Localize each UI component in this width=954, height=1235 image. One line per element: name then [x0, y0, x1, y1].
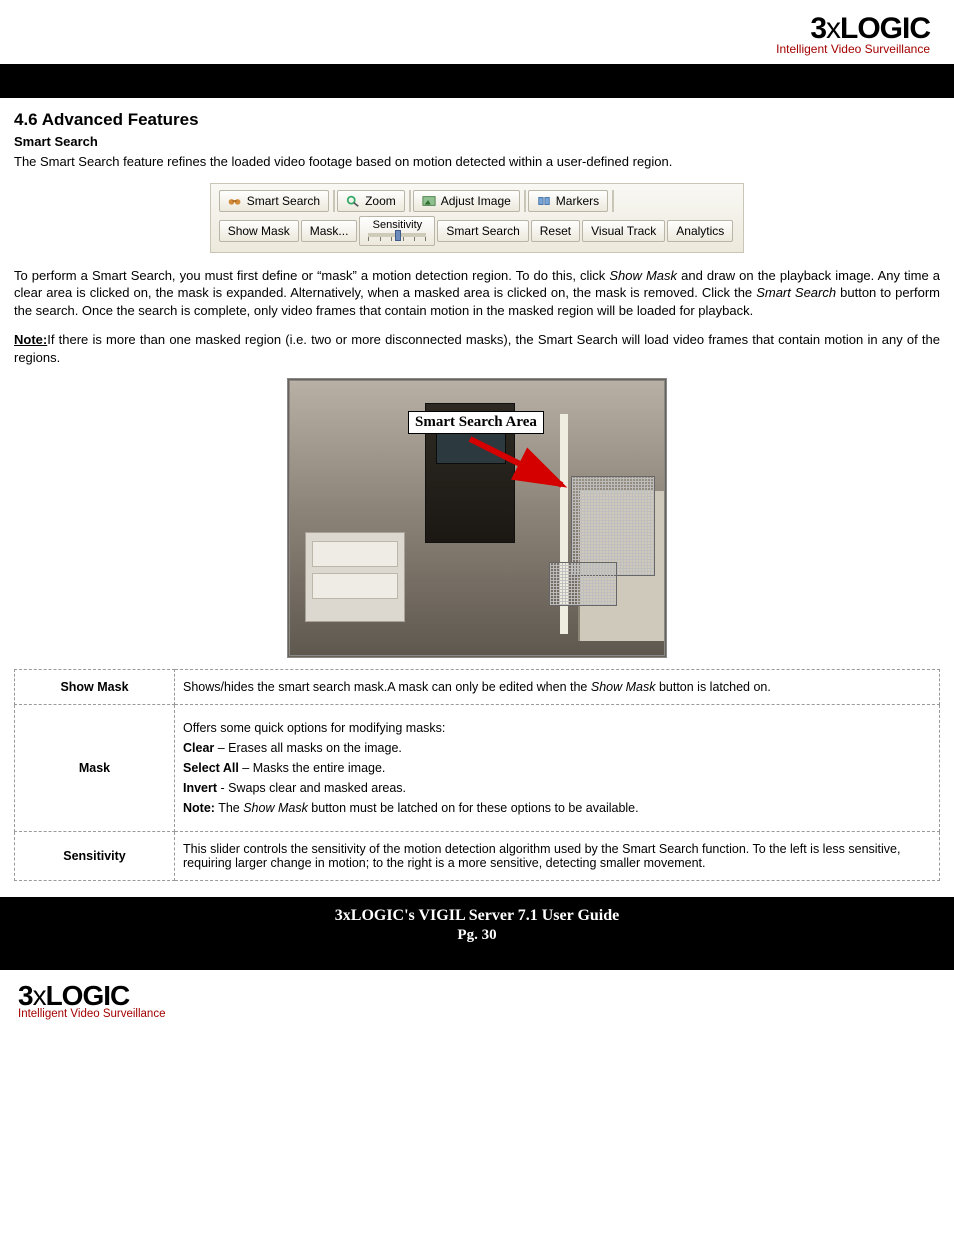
text: To perform a Smart Search, you must firs…: [14, 268, 609, 283]
smart-search-button[interactable]: Smart Search: [437, 220, 528, 242]
button-label: Smart Search: [446, 224, 519, 238]
footer-logo: 3xLOGIC Intelligent Video Surveillance: [0, 970, 954, 1036]
toolbar-separator: [409, 190, 411, 212]
tab-label: Markers: [556, 194, 599, 208]
intro-paragraph: The Smart Search feature refines the loa…: [14, 153, 940, 171]
toolbar-row-buttons: Show Mask Mask... Sensitivity Smart Sear…: [219, 216, 736, 246]
brand-logic: LOGIC: [46, 980, 130, 1011]
callout-label: Smart Search Area: [408, 411, 544, 434]
tab-zoom[interactable]: Zoom: [337, 190, 405, 212]
row-key: Mask: [15, 705, 175, 832]
toolbar-separator: [612, 190, 614, 212]
toolbar-row-tabs: Smart Search Zoom Adjust Image Markers: [219, 190, 736, 212]
footer-title: 3xLOGIC's VIGIL Server 7.1 User Guide: [0, 907, 954, 925]
row-key: Show Mask: [15, 670, 175, 705]
tab-label: Adjust Image: [441, 194, 511, 208]
note-label: Note:: [14, 332, 47, 347]
text: button must be latched on for these opti…: [308, 801, 639, 815]
button-label: Analytics: [676, 224, 724, 238]
mask-button[interactable]: Mask...: [301, 220, 358, 242]
row-key: Sensitivity: [15, 832, 175, 881]
tab-smart-search[interactable]: Smart Search: [219, 190, 329, 212]
visual-track-button[interactable]: Visual Track: [582, 220, 665, 242]
text: This slider controls the sensitivity of …: [183, 842, 900, 870]
tab-label: Zoom: [365, 194, 396, 208]
brand-3: 3: [810, 12, 826, 45]
sensitivity-slider[interactable]: Sensitivity: [359, 216, 435, 246]
tab-adjust-image[interactable]: Adjust Image: [413, 190, 520, 212]
text-italic: Smart Search: [756, 285, 836, 300]
option-name: Invert: [183, 781, 217, 795]
footer-page: Pg. 30: [0, 927, 954, 944]
note-text: If there is more than one masked region …: [14, 332, 940, 365]
brand-3: 3: [18, 980, 33, 1011]
show-mask-button[interactable]: Show Mask: [219, 220, 299, 242]
text-italic: Show Mask: [243, 801, 308, 815]
row-desc: Offers some quick options for modifying …: [175, 705, 940, 832]
brand-logic: LOGIC: [840, 12, 930, 45]
button-label: Visual Track: [591, 224, 656, 238]
text: Offers some quick options for modifying …: [183, 721, 931, 735]
brand-wordmark: 3xLOGIC: [18, 12, 930, 46]
slider-thumb[interactable]: [395, 230, 401, 241]
section-heading: 4.6 Advanced Features: [14, 110, 940, 130]
playback-image: Smart Search Area: [287, 378, 667, 658]
text: button is latched on.: [655, 680, 770, 694]
footer-bar: 3xLOGIC's VIGIL Server 7.1 User Guide Pg…: [0, 897, 954, 970]
callout-arrow-icon: [466, 435, 576, 495]
button-label: Show Mask: [228, 224, 290, 238]
text: Shows/hides the smart search mask.A mask…: [183, 680, 591, 694]
magnifier-icon: [346, 195, 360, 207]
analytics-button[interactable]: Analytics: [667, 220, 733, 242]
button-label: Mask...: [310, 224, 349, 238]
brand-tagline: Intelligent Video Surveillance: [18, 1008, 954, 1020]
tab-markers[interactable]: Markers: [528, 190, 608, 212]
header-black-bar: [0, 64, 954, 98]
text: The: [215, 801, 243, 815]
mask-region: [550, 477, 654, 605]
reset-button[interactable]: Reset: [531, 220, 580, 242]
option-text: – Masks the entire image.: [239, 761, 386, 775]
note-paragraph: Note:If there is more than one masked re…: [14, 331, 940, 366]
scene-cabinet: [305, 532, 405, 622]
smart-search-toolbar: Smart Search Zoom Adjust Image Markers: [210, 183, 745, 253]
brand-tagline: Intelligent Video Surveillance: [18, 42, 930, 56]
table-row: Sensitivity This slider controls the sen…: [15, 832, 940, 881]
toolbar-separator: [333, 190, 335, 212]
markers-icon: [537, 195, 551, 207]
option-text: - Swaps clear and masked areas.: [217, 781, 406, 795]
picture-icon: [422, 195, 436, 207]
callout-box: Smart Search Area: [408, 411, 544, 434]
table-row: Show Mask Shows/hides the smart search m…: [15, 670, 940, 705]
toolbar-separator: [524, 190, 526, 212]
row-desc: Shows/hides the smart search mask.A mask…: [175, 670, 940, 705]
table-row: Mask Offers some quick options for modif…: [15, 705, 940, 832]
text-italic: Show Mask: [609, 268, 677, 283]
text-italic: Show Mask: [591, 680, 656, 694]
row-desc: This slider controls the sensitivity of …: [175, 832, 940, 881]
instruction-paragraph: To perform a Smart Search, you must firs…: [14, 267, 940, 320]
option-name: Select All: [183, 761, 239, 775]
button-label: Reset: [540, 224, 571, 238]
header-logo: 3xLOGIC Intelligent Video Surveillance: [18, 12, 936, 56]
slider-track[interactable]: [368, 233, 426, 237]
option-name: Clear: [183, 741, 214, 755]
tab-label: Smart Search: [247, 194, 320, 208]
binoculars-icon: [228, 195, 242, 207]
option-text: – Erases all masks on the image.: [214, 741, 402, 755]
note-label: Note:: [183, 801, 215, 815]
section-subheading: Smart Search: [14, 134, 940, 149]
brand-x: x: [826, 12, 840, 45]
definitions-table: Show Mask Shows/hides the smart search m…: [14, 669, 940, 881]
brand-x: x: [33, 980, 46, 1011]
